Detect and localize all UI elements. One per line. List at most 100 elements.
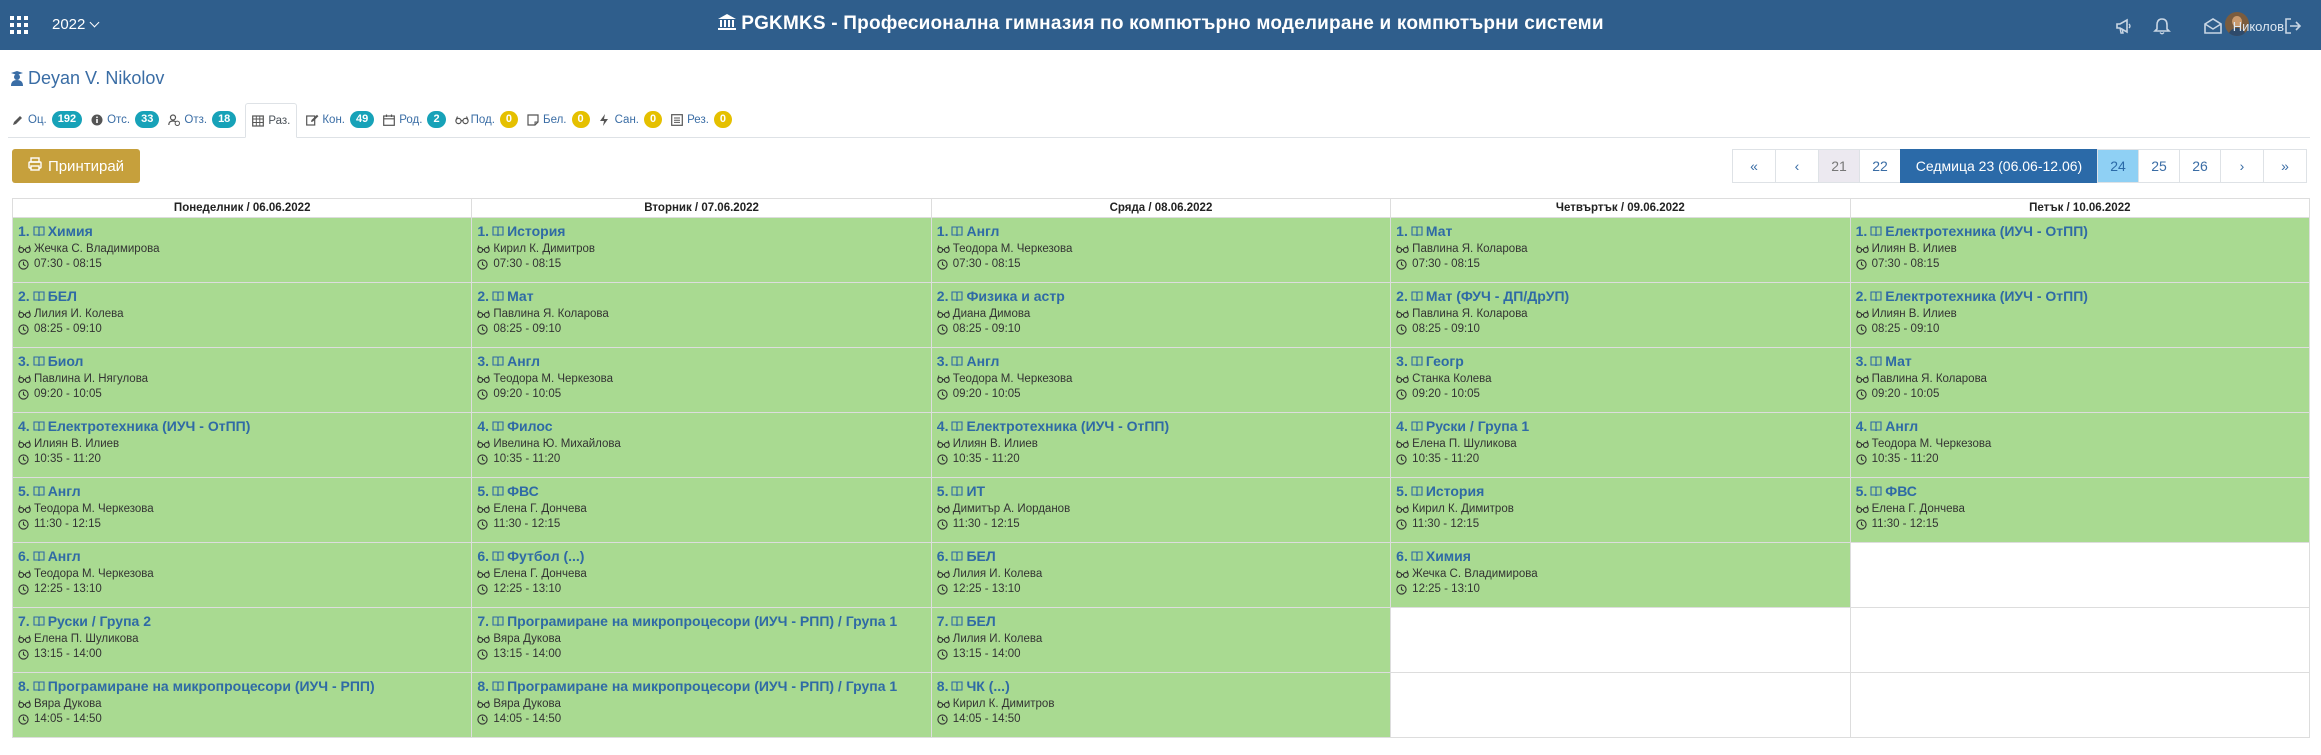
tab-9[interactable]: Сан. 0: [599, 103, 663, 136]
lesson-subject-link[interactable]: 3. Англ: [937, 353, 1386, 370]
week-26-button[interactable]: 26: [2179, 149, 2221, 183]
print-button[interactable]: Принтирай: [12, 149, 140, 183]
lesson-time: 12:25 - 13:10: [952, 583, 1021, 595]
teacher-line: Теодора М. Черкезова: [18, 568, 467, 580]
lesson-number: 4.: [1396, 418, 1408, 434]
lesson-subject-link[interactable]: 2. Мат (ФУЧ - ДП/ДрУП): [1396, 288, 1845, 305]
glasses-icon: [477, 699, 491, 710]
lesson-number: 8.: [477, 678, 490, 694]
lesson-subject-link[interactable]: 2. БЕЛ: [18, 288, 467, 305]
subject-name: Програмиране на микропроцесори (ИУЧ - РП…: [47, 678, 375, 694]
time-line: 08:25 - 09:10: [1855, 323, 2305, 335]
book-icon: [492, 549, 504, 565]
tab-2[interactable]: Отс. 33: [91, 103, 160, 136]
last-page-button[interactable]: »: [2263, 149, 2307, 183]
subject-name: Руски / Група 2: [47, 613, 152, 629]
subject-name: Електротехника (ИУЧ - ОтПП): [1885, 223, 2088, 239]
lesson-subject-link[interactable]: 7. Руски / Група 2: [18, 613, 467, 630]
subject-name: История: [1425, 483, 1485, 499]
week-24-button[interactable]: 24: [2097, 149, 2139, 183]
megaphone-icon[interactable]: [2114, 16, 2134, 36]
time-line: 08:25 - 09:10: [18, 323, 467, 335]
week-21-button[interactable]: 21: [1818, 149, 1860, 183]
week-25-button[interactable]: 25: [2138, 149, 2180, 183]
lesson-subject-link[interactable]: 3. Геогр: [1396, 353, 1845, 370]
week-22-button[interactable]: 22: [1859, 149, 1901, 183]
logout-icon[interactable]: [2283, 16, 2303, 36]
user-name[interactable]: Николов: [2233, 19, 2284, 34]
lesson-subject-link[interactable]: 2. Физика и астр: [937, 288, 1386, 305]
lesson-subject-link[interactable]: 4. Електротехника (ИУЧ - ОтПП): [937, 418, 1386, 435]
lesson-subject-link[interactable]: 8. Програмиране на микропроцесори (ИУЧ - …: [18, 678, 467, 695]
clock-icon: [1396, 258, 1409, 270]
lesson-subject-link[interactable]: 4. Електротехника (ИУЧ - ОтПП): [18, 418, 467, 435]
lesson-subject-link[interactable]: 1. Мат: [1396, 223, 1845, 240]
lesson-subject-link[interactable]: 1. Електротехника (ИУЧ - ОтПП): [1856, 223, 2305, 240]
lesson-subject-link[interactable]: 3. Англ: [477, 353, 926, 370]
lesson-subject-link[interactable]: 8. Програмиране на микропроцесори (ИУЧ - …: [477, 678, 926, 695]
clock-icon: [1396, 323, 1409, 335]
lesson-subject-link[interactable]: 4. Филос: [477, 418, 926, 435]
glasses-icon: [18, 699, 31, 710]
tab-7[interactable]: Под. 0: [454, 103, 519, 136]
tab-5[interactable]: Кон. 49: [306, 103, 375, 136]
time-line: 08:25 - 09:10: [477, 323, 926, 335]
lesson-cell: 5. ИТ Димитър А. Йорданов 11:30 - 12:15: [930, 477, 1392, 543]
lesson-subject-link[interactable]: 7. БЕЛ: [937, 613, 1386, 630]
bell-icon[interactable]: [2152, 16, 2172, 36]
lesson-cell: 6. Химия Жечка С. Владимирова 12:25 - 13:10: [1390, 542, 1851, 608]
lesson-time: 14:05 - 14:50: [34, 713, 102, 725]
tab-4[interactable]: Раз.: [245, 103, 298, 138]
current-week-button[interactable]: Седмица 23 (06.06-12.06): [1900, 149, 2098, 183]
schedule-row: 8. Програмиране на микропроцесори (ИУЧ - …: [11, 672, 2311, 738]
time-line: 08:25 - 09:10: [1396, 323, 1845, 335]
tab-label: Отз.: [184, 113, 208, 126]
lesson-subject-link[interactable]: 3. Биол: [18, 353, 467, 370]
lesson-time: 09:20 - 10:05: [34, 388, 102, 400]
prev-page-button[interactable]: ‹: [1775, 149, 1819, 183]
lesson-cell: 7. Програмиране на микропроцесори (ИУЧ - …: [471, 607, 932, 673]
tab-3[interactable]: Отз. 18: [168, 103, 237, 136]
lesson-subject-link[interactable]: 2. Мат: [477, 288, 926, 305]
subject-name: Англ: [47, 483, 81, 499]
teacher-line: Жечка С. Владимирова: [18, 243, 467, 255]
glasses-icon: [1855, 309, 1869, 320]
tab-6[interactable]: Род. 2: [383, 103, 446, 136]
lesson-subject-link[interactable]: 6. Футбол (...): [477, 548, 926, 565]
lesson-subject-link[interactable]: 6. Химия: [1396, 548, 1845, 565]
teacher-name: Димитър А. Йорданов: [952, 503, 1071, 515]
schedule-row: 7. Руски / Група 2 Елена П. Шуликова 13:15 …: [11, 607, 2311, 673]
clock-icon: [1855, 258, 1869, 270]
teacher-line: Димитър А. Йорданов: [937, 503, 1386, 515]
lesson-subject-link[interactable]: 6. Англ: [18, 548, 467, 565]
lesson-subject-link[interactable]: 1. Химия: [18, 223, 467, 240]
lesson-subject-link[interactable]: 5. История: [1396, 483, 1845, 500]
lesson-subject-link[interactable]: 2. Електротехника (ИУЧ - ОтПП): [1856, 288, 2305, 305]
lesson-subject-link[interactable]: 6. БЕЛ: [937, 548, 1386, 565]
lesson-subject-link[interactable]: 5. ИТ: [937, 483, 1386, 500]
lesson-subject-link[interactable]: 4. Руски / Група 1: [1396, 418, 1845, 435]
student-name-link[interactable]: Deyan V. Nikolov: [10, 68, 164, 91]
lesson-subject-link[interactable]: 8. ЧК (...): [937, 678, 1386, 695]
lesson-cell: 1. Химия Жечка С. Владимирова 07:30 - 08:15: [11, 217, 473, 283]
envelope-open-icon[interactable]: [2203, 16, 2223, 36]
lesson-subject-link[interactable]: 1. Англ: [937, 223, 1386, 240]
time-line: 10:35 - 11:20: [18, 453, 467, 465]
user-graduate-icon: [10, 70, 24, 91]
lesson-number: 6.: [936, 548, 949, 564]
next-page-button[interactable]: ›: [2220, 149, 2264, 183]
lesson-subject-link[interactable]: 5. Англ: [18, 483, 467, 500]
tab-10[interactable]: Рез. 0: [671, 103, 733, 136]
lesson-subject-link[interactable]: 7. Програмиране на микропроцесори (ИУЧ - …: [477, 613, 926, 630]
lesson-subject-link[interactable]: 1. История: [477, 223, 926, 240]
first-page-button[interactable]: «: [1732, 149, 1776, 183]
lesson-subject-link[interactable]: 3. Мат: [1856, 353, 2305, 370]
tab-1[interactable]: Оц. 192: [12, 103, 83, 136]
book-icon: [1411, 484, 1423, 500]
lesson-subject-link[interactable]: 4. Англ: [1856, 418, 2305, 435]
lesson-subject-link[interactable]: 5. ФВС: [1856, 483, 2305, 500]
tab-8[interactable]: Бел. 0: [527, 103, 590, 136]
empty-cell: [1849, 607, 2311, 673]
lesson-time: 07:30 - 08:15: [493, 258, 562, 270]
lesson-subject-link[interactable]: 5. ФВС: [477, 483, 926, 500]
